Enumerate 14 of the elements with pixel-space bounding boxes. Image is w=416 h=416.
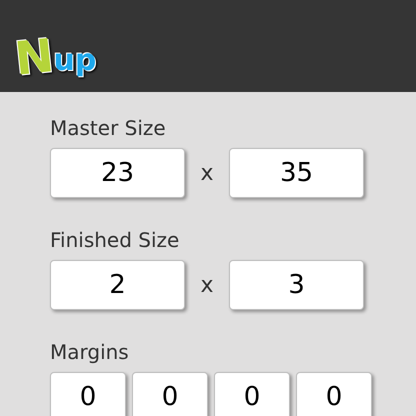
margin-input[interactable]: 0 — [50, 372, 126, 416]
size-input[interactable]: 2 — [50, 260, 185, 310]
app-logo: N up — [15, 34, 96, 80]
field-label: Master Size — [50, 118, 167, 138]
field-label: Margins — [50, 342, 130, 362]
size-input[interactable]: 3 — [229, 260, 364, 310]
margin-input[interactable]: 0 — [132, 372, 208, 416]
margin-input[interactable]: 0 — [296, 372, 372, 416]
field-label: Finished Size — [50, 230, 180, 250]
times-sign: x — [199, 272, 215, 300]
margin-input[interactable]: 0 — [214, 372, 290, 416]
size-input[interactable]: 35 — [229, 148, 364, 198]
times-sign: x — [199, 160, 215, 188]
size-input[interactable]: 23 — [50, 148, 185, 198]
